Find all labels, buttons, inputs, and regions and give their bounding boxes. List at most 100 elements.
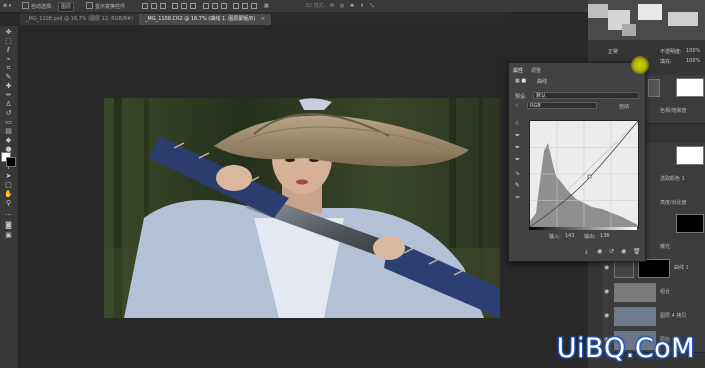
fill-label: 填充: xyxy=(660,59,672,65)
distribute-bottom-icon[interactable] xyxy=(221,3,227,9)
tab-properties[interactable]: 属性 xyxy=(513,67,523,74)
distribute-right-icon[interactable] xyxy=(251,3,257,9)
fill-input[interactable]: 100% xyxy=(686,58,700,64)
distribute-middle-icon[interactable] xyxy=(212,3,218,9)
curve-edit-icon[interactable]: ∿ xyxy=(515,171,521,177)
scale-3d-icon[interactable]: ⤡ xyxy=(370,2,374,10)
reset-icon[interactable]: ↺ xyxy=(609,249,615,255)
move-tool-preset[interactable]: ✥ ▾ xyxy=(3,2,11,10)
auto-select-checkbox[interactable]: 自动选择: xyxy=(22,2,53,10)
roll-3d-icon[interactable]: ◎ xyxy=(340,2,344,10)
layer-row[interactable]: ◉ 组合 xyxy=(602,280,705,305)
pan-3d-icon[interactable]: ✥ xyxy=(350,2,354,10)
eraser-icon[interactable]: ▭ xyxy=(3,118,14,127)
slide-3d-icon[interactable]: ⇕ xyxy=(360,2,364,10)
layer-mask-thumbnail[interactable] xyxy=(676,214,704,233)
lasso-icon[interactable]: ℓ xyxy=(3,46,14,55)
gradient-icon[interactable]: ▤ xyxy=(3,127,14,136)
tab-label: _MG_1108.CR2 @ 16.7% (曲线 1, 图层蒙版/8) xyxy=(145,16,256,22)
panel-title: 曲线 xyxy=(537,79,548,85)
align-left-icon[interactable] xyxy=(172,3,178,9)
align-center-icon[interactable] xyxy=(181,3,187,9)
canvas-area[interactable] xyxy=(19,26,509,368)
layer-name: 曲线 1 xyxy=(674,265,689,271)
align-bottom-icon[interactable] xyxy=(160,3,166,9)
layer-name: 图层 4 拷贝 xyxy=(660,313,687,319)
align-right-icon[interactable] xyxy=(190,3,196,9)
history-brush-icon[interactable]: ↺ xyxy=(3,109,14,118)
distribute-center-icon[interactable] xyxy=(242,3,248,9)
output-value[interactable]: 136 xyxy=(600,233,610,239)
align-middle-icon[interactable] xyxy=(151,3,157,9)
gray-point-eyedropper-icon[interactable]: ✒ xyxy=(515,145,521,151)
layer-name: 色相/饱和度 xyxy=(660,108,687,114)
move-icon[interactable]: ✥ xyxy=(3,28,14,37)
visibility-eye-icon[interactable]: ◉ xyxy=(621,249,627,255)
blend-mode-dropdown[interactable]: 正常 xyxy=(608,48,618,55)
eyedropper-icon[interactable]: ✎ xyxy=(3,73,14,82)
input-gradient-bar xyxy=(529,227,637,230)
tab-adjust[interactable]: 调整 xyxy=(531,67,541,74)
show-transform-label: 显示变换控件 xyxy=(95,4,126,10)
pixelated-block xyxy=(588,4,608,18)
smooth-icon[interactable]: ≈ xyxy=(515,195,521,201)
blur-icon[interactable]: ◆ xyxy=(3,136,14,145)
healing-icon[interactable]: ✚ xyxy=(3,82,14,91)
layer-mask-thumbnail[interactable] xyxy=(676,146,704,165)
eye-icon[interactable]: ◉ xyxy=(604,264,609,271)
layer-row[interactable]: ◉ 图层 4 拷贝 xyxy=(602,304,705,329)
rectangle-icon[interactable]: □ xyxy=(3,181,14,190)
align-top-icon[interactable] xyxy=(142,3,148,9)
crop-icon[interactable]: ⌗ xyxy=(3,64,14,73)
pencil-draw-icon[interactable]: ✎ xyxy=(515,183,521,189)
view-previous-icon[interactable]: ◉ xyxy=(597,249,603,255)
target-adjust-icon[interactable]: ☝ xyxy=(515,121,521,127)
white-point-eyedropper-icon[interactable]: ✒ xyxy=(515,157,521,163)
quick-mask-icon[interactable]: ◙ xyxy=(3,221,14,230)
channel-dropdown[interactable]: RGB xyxy=(527,102,597,109)
document-image[interactable] xyxy=(104,98,500,318)
layer-mask-thumbnail[interactable] xyxy=(676,78,704,97)
eye-icon[interactable]: ◉ xyxy=(604,312,609,319)
trash-icon[interactable]: 🗑 xyxy=(633,249,641,255)
more-tools-icon[interactable]: … xyxy=(3,209,14,218)
layer-name: 亮度/对比度 xyxy=(660,200,687,206)
opacity-input[interactable]: 100% xyxy=(686,48,700,54)
quick-select-icon[interactable]: ⌁ xyxy=(3,55,14,64)
eye-icon[interactable]: ◉ xyxy=(604,288,609,295)
path-select-icon[interactable]: ➤ xyxy=(3,172,14,181)
auto-button[interactable]: 自动 xyxy=(619,103,629,110)
cursor-highlight xyxy=(631,56,649,74)
screen-mode-icon[interactable]: ▣ xyxy=(3,231,14,240)
auto-select-dropdown[interactable]: 图层 xyxy=(58,2,75,12)
mode-3d-label: 3D 模式: xyxy=(305,3,326,9)
target-adjust-icon[interactable]: ☝ xyxy=(515,103,518,109)
stamp-icon[interactable]: ♙ xyxy=(3,100,14,109)
distribute-left-icon[interactable] xyxy=(233,3,239,9)
tab-document-cr2[interactable]: _MG_1108.CR2 @ 16.7% (曲线 1, 图层蒙版/8) × xyxy=(139,14,273,25)
properties-panel: 属性 调整 ▦ ■ 曲线 预设: 默认 ☝ RGB 自动 ☝ ✒ ✒ ✒ ∿ ✎… xyxy=(508,62,646,262)
layer-name: 曝光 xyxy=(660,244,671,250)
brush-icon[interactable]: ✏ xyxy=(3,91,14,100)
show-transform-checkbox[interactable]: 显示变换控件 xyxy=(86,2,125,10)
watermark-logo: UiBQ.CoM xyxy=(556,333,695,364)
tab-document-psd[interactable]: _MG_1108.psd @ 16.7% (图层 12, RGB/8#)× xyxy=(20,14,151,25)
hand-icon[interactable]: ✋ xyxy=(3,190,14,199)
preset-dropdown[interactable]: 默认 xyxy=(533,92,639,99)
distribute-top-icon[interactable] xyxy=(203,3,209,9)
auto-align-icon[interactable]: ▦ xyxy=(264,2,269,10)
marquee-icon[interactable]: ⬚ xyxy=(3,37,14,46)
pixelated-block xyxy=(638,4,662,20)
input-value[interactable]: 143 xyxy=(565,233,575,239)
clip-to-layer-icon[interactable]: ⤓ xyxy=(585,249,591,255)
black-point-eyedropper-icon[interactable]: ✒ xyxy=(515,133,521,139)
auto-select-label: 自动选择: xyxy=(31,4,53,10)
curve-point[interactable] xyxy=(587,174,592,179)
close-icon[interactable]: × xyxy=(261,16,265,22)
preset-label: 预设: xyxy=(515,94,527,100)
curves-graph[interactable] xyxy=(529,120,639,228)
rotate-3d-icon[interactable]: ⟳ xyxy=(330,2,334,10)
background-color-swatch[interactable] xyxy=(6,157,16,167)
zoom-icon[interactable]: ⚲ xyxy=(3,199,14,208)
photo-illustration xyxy=(104,98,500,318)
